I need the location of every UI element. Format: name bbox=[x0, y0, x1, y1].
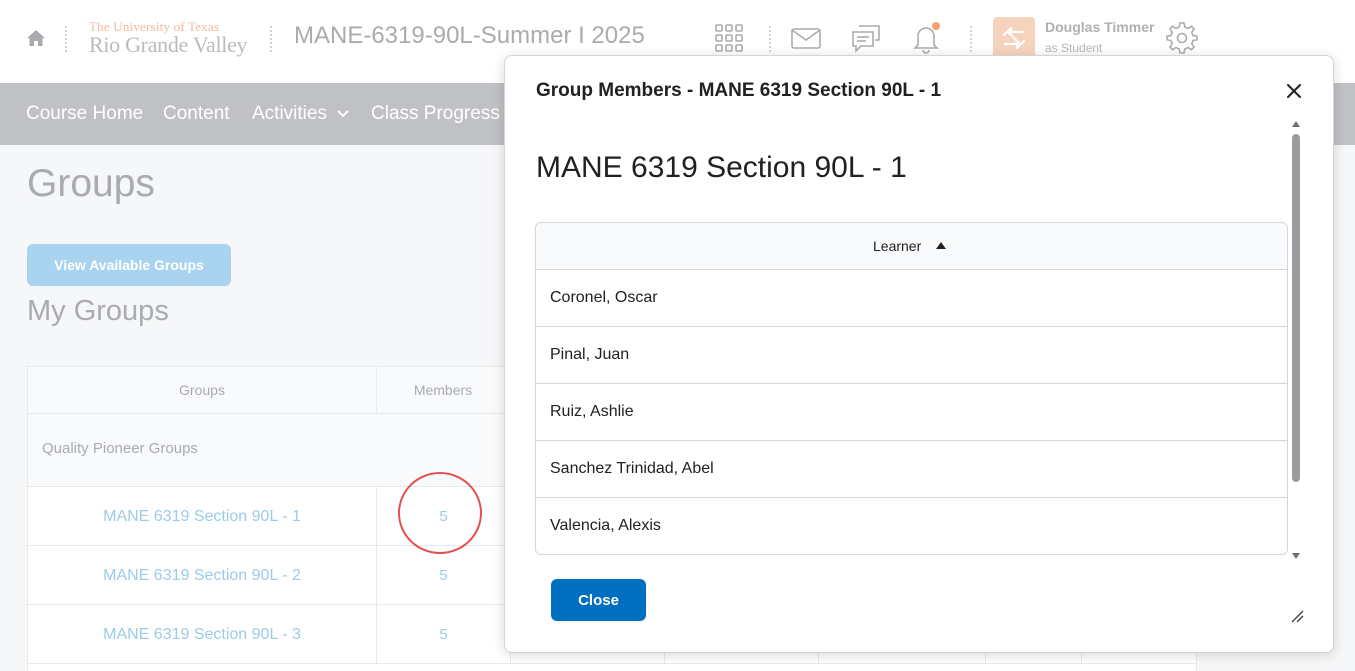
dialog-heading: MANE 6319 Section 90L - 1 bbox=[536, 151, 907, 184]
page-title: Groups bbox=[27, 162, 155, 205]
nav-activities[interactable]: Activities bbox=[252, 103, 349, 125]
section-title: My Groups bbox=[27, 295, 169, 327]
chat-icon[interactable] bbox=[850, 22, 882, 54]
group-members-link[interactable]: 5 bbox=[377, 546, 510, 605]
scroll-down-arrow-icon[interactable] bbox=[1291, 552, 1301, 560]
header-divider bbox=[769, 26, 771, 52]
group-members-dialog: Group Members - MANE 6319 Section 90L - … bbox=[504, 55, 1334, 653]
bell-icon[interactable] bbox=[910, 22, 942, 54]
user-role: as Student bbox=[1045, 41, 1103, 55]
list-item: Valencia, Alexis bbox=[536, 498, 1287, 554]
scroll-up-arrow-icon[interactable] bbox=[1291, 120, 1301, 128]
learner-table: Learner Coronel, Oscar Pinal, Juan Ruiz,… bbox=[535, 222, 1288, 555]
column-header-members[interactable]: Members bbox=[377, 367, 510, 414]
nav-class-progress[interactable]: Class Progress bbox=[371, 103, 522, 125]
nav-class-progress-label: Class Progress bbox=[371, 103, 500, 124]
annotation-circle bbox=[398, 472, 482, 554]
group-members-link[interactable]: 5 bbox=[377, 605, 510, 664]
learner-name: Sanchez Trinidad, Abel bbox=[550, 460, 714, 477]
scrollbar-thumb[interactable] bbox=[1292, 134, 1300, 482]
learner-name: Valencia, Alexis bbox=[550, 517, 661, 534]
close-button[interactable]: Close bbox=[551, 579, 646, 621]
user-name[interactable]: Douglas Timmer bbox=[1045, 19, 1154, 35]
header-divider bbox=[970, 26, 972, 52]
header-divider bbox=[65, 26, 67, 52]
avatar[interactable] bbox=[993, 17, 1035, 59]
mail-icon[interactable] bbox=[790, 22, 822, 54]
course-title[interactable]: MANE-6319-90L-Summer I 2025 bbox=[294, 22, 645, 50]
logo-bottom-text: Rio Grande Valley bbox=[89, 32, 248, 57]
list-item: Coronel, Oscar bbox=[536, 270, 1287, 327]
chevron-down-icon bbox=[337, 110, 349, 118]
dialog-title: Group Members - MANE 6319 Section 90L - … bbox=[536, 80, 942, 101]
list-item: Sanchez Trinidad, Abel bbox=[536, 441, 1287, 498]
list-item: Pinal, Juan bbox=[536, 327, 1287, 384]
university-logo[interactable]: The University of Texas Rio Grande Valle… bbox=[89, 19, 259, 59]
nav-course-home[interactable]: Course Home bbox=[26, 103, 143, 125]
group-name-link[interactable]: MANE 6319 Section 90L - 2 bbox=[28, 546, 377, 605]
role-switch-icon bbox=[1002, 26, 1026, 50]
resize-grip-icon[interactable] bbox=[1289, 608, 1305, 624]
sort-ascending-icon bbox=[936, 242, 946, 249]
view-available-groups-button[interactable]: View Available Groups bbox=[27, 244, 231, 286]
learner-name: Ruiz, Ashlie bbox=[550, 403, 634, 420]
home-icon[interactable] bbox=[26, 28, 46, 48]
gear-icon[interactable] bbox=[1166, 22, 1198, 54]
header-divider bbox=[270, 26, 272, 52]
dialog-scrollbar[interactable] bbox=[1291, 120, 1301, 562]
close-icon[interactable] bbox=[1283, 80, 1305, 102]
learner-name: Coronel, Oscar bbox=[550, 289, 658, 306]
group-name-link[interactable]: MANE 6319 Section 90L - 1 bbox=[28, 487, 377, 546]
group-category-label: Quality Pioneer Groups bbox=[42, 440, 198, 457]
column-header-learner[interactable]: Learner bbox=[536, 223, 1287, 270]
list-item: Ruiz, Ashlie bbox=[536, 384, 1287, 441]
column-header-groups[interactable]: Groups bbox=[28, 367, 377, 414]
waffle-grid-icon[interactable] bbox=[713, 22, 745, 54]
nav-activities-label: Activities bbox=[252, 103, 327, 124]
column-header-learner-label: Learner bbox=[873, 238, 922, 254]
learner-name: Pinal, Juan bbox=[550, 346, 630, 363]
nav-content[interactable]: Content bbox=[163, 103, 230, 125]
group-name-link[interactable]: MANE 6319 Section 90L - 3 bbox=[28, 605, 377, 664]
